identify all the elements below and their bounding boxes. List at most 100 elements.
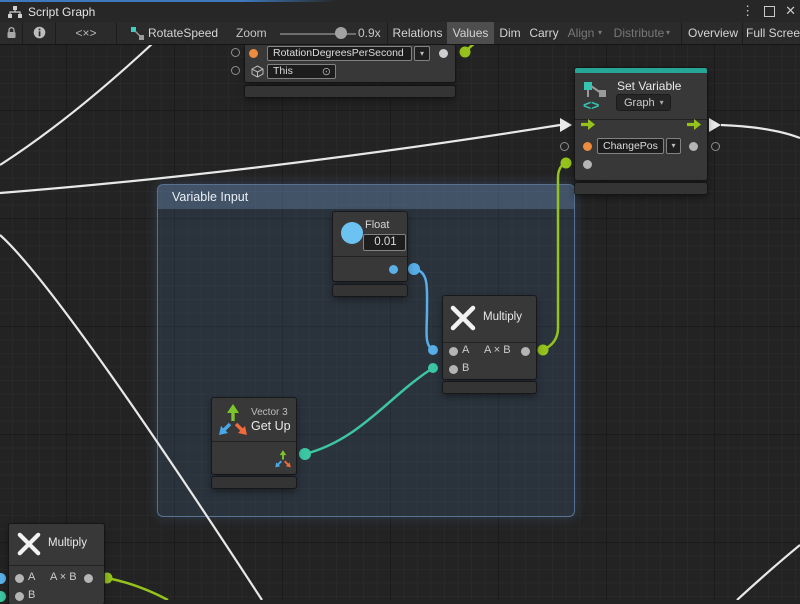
node-get-variable-footer	[245, 86, 455, 97]
float-type-icon	[341, 222, 363, 244]
control-input-arrow[interactable]	[580, 118, 596, 131]
close-icon[interactable]: ✕	[785, 0, 796, 22]
object-picker-icon[interactable]: ⊙	[322, 67, 331, 78]
node-float-literal[interactable]: Float 0.01	[333, 212, 407, 281]
graph-toolbar: <×> RotateSpeed Zoom 0.9x Relations Valu…	[0, 22, 800, 45]
zoom-slider-handle[interactable]	[335, 27, 347, 39]
gameobject-cube-icon	[251, 65, 264, 78]
group-title: Variable Input	[172, 190, 248, 204]
chevron-down-icon: ▾	[666, 22, 670, 44]
node-separator	[443, 342, 536, 343]
node-vector3-footer	[212, 477, 296, 488]
variable-name-value: RotationDegreesPerSecond	[273, 47, 404, 59]
wire-end-dot	[561, 158, 572, 169]
variable-kind-value: Graph	[624, 97, 655, 109]
zoom-value: 0.9x	[358, 22, 388, 44]
port-result[interactable]	[84, 574, 93, 583]
target-field[interactable]: This ⊙	[267, 64, 336, 79]
relations-toggle[interactable]: Relations	[389, 22, 446, 44]
port-float-output[interactable]	[389, 265, 398, 274]
port-a[interactable]	[15, 574, 24, 583]
tab-title: Script Graph	[28, 5, 95, 19]
port-b[interactable]	[449, 365, 458, 374]
graph-canvas[interactable]: Variable Input RotationDegreesPerSecond …	[0, 0, 800, 600]
graph-asset-icon	[131, 27, 144, 40]
align-dropdown[interactable]: Align	[563, 22, 599, 44]
node-type-label: Float	[365, 219, 389, 231]
wire-control-bottom-right[interactable]	[737, 545, 800, 600]
control-output-arrow[interactable]	[686, 118, 702, 131]
set-variable-icon: <>	[583, 80, 613, 112]
node-separator	[9, 565, 104, 566]
overview-button[interactable]: Overview	[684, 22, 742, 44]
node-get-variable[interactable]: RotationDegreesPerSecond ▾ This ⊙	[245, 44, 455, 82]
chevron-down-icon: ▾	[420, 49, 424, 58]
dim-toggle[interactable]: Dim	[495, 22, 525, 44]
port-variable-output[interactable]	[439, 49, 448, 58]
chevron-down-icon: ▾	[671, 141, 675, 150]
variable-kind-dropdown[interactable]: Graph▾	[616, 94, 671, 111]
tab-script-graph[interactable]: Script Graph	[0, 2, 105, 22]
relation-ring	[231, 48, 240, 57]
node-title: Get Up	[251, 419, 291, 433]
port-out-label: A × B	[50, 571, 77, 583]
relation-ring	[711, 142, 720, 151]
multiply-icon	[17, 532, 41, 556]
node-multiply-footer	[443, 382, 536, 393]
info-icon	[33, 26, 46, 39]
wire-control-out-of-set-variable[interactable]	[721, 125, 800, 138]
relation-ring	[560, 142, 569, 151]
port-a[interactable]	[449, 347, 458, 356]
set-variable-name-value: ChangePos	[603, 140, 658, 152]
float-value: 0.01	[374, 236, 396, 248]
port-result[interactable]	[521, 347, 530, 356]
float-value-input[interactable]: 0.01	[363, 234, 406, 251]
wire-value-multiply2-out[interactable]	[107, 578, 168, 600]
node-type-label: Vector 3	[251, 407, 288, 418]
wire-control-into-set-variable[interactable]	[0, 125, 560, 193]
values-toggle[interactable]: Values	[447, 22, 494, 44]
port-vector3-output-icon[interactable]	[274, 449, 292, 469]
port-variable-name[interactable]	[583, 142, 592, 151]
node-multiply[interactable]: Multiply A A × B B	[443, 296, 536, 379]
node-float-footer	[333, 285, 407, 296]
vector3-icon	[217, 402, 249, 438]
relation-ring	[231, 66, 240, 75]
info-button[interactable]	[23, 22, 55, 44]
chevron-down-icon: ▾	[598, 22, 602, 44]
wire-arrowhead-out	[709, 118, 721, 132]
svg-text:<>: <>	[583, 97, 599, 112]
port-a-label: A	[462, 344, 469, 356]
fullscreen-button[interactable]: Full Screen	[746, 22, 800, 44]
variable-name-caret[interactable]: ▾	[414, 46, 430, 61]
port-variable-name[interactable]	[249, 49, 258, 58]
port-out-label: A × B	[484, 344, 511, 356]
target-field-value: This	[273, 65, 293, 77]
set-variable-name-caret[interactable]: ▾	[666, 138, 681, 154]
node-multiply-2[interactable]: Multiply A A × B B	[9, 524, 104, 604]
port-input-value[interactable]	[583, 160, 592, 169]
port-a-label: A	[28, 571, 35, 583]
port-b[interactable]	[15, 592, 24, 601]
distribute-dropdown[interactable]: Distribute	[610, 22, 668, 44]
group-variable-input-header[interactable]: Variable Input	[158, 185, 574, 209]
maximize-icon[interactable]	[764, 6, 775, 17]
node-set-variable[interactable]: <> Set Variable Graph▾ ChangePos ▾	[575, 68, 707, 180]
set-variable-name-field[interactable]: ChangePos	[597, 138, 664, 154]
code-view-button[interactable]: <×>	[56, 22, 116, 44]
variable-name-dropdown[interactable]: RotationDegreesPerSecond	[267, 46, 412, 61]
node-vector3-get-up[interactable]: Vector 3 Get Up	[212, 398, 296, 474]
carry-toggle[interactable]: Carry	[526, 22, 562, 44]
lock-button[interactable]	[0, 22, 22, 44]
code-icon: <×>	[75, 26, 96, 40]
node-title: Multiply	[48, 537, 87, 549]
zoom-label: Zoom	[236, 22, 270, 44]
script-graph-icon	[8, 6, 22, 19]
node-accent-strip	[575, 68, 707, 73]
port-b-label: B	[28, 589, 35, 601]
port-output-value[interactable]	[689, 142, 698, 151]
wire-control-left-top[interactable]	[0, 44, 152, 165]
menu-dots-icon[interactable]: ⋮	[741, 0, 754, 22]
node-set-variable-footer	[575, 183, 707, 194]
graph-name-label[interactable]: RotateSpeed	[148, 22, 218, 44]
